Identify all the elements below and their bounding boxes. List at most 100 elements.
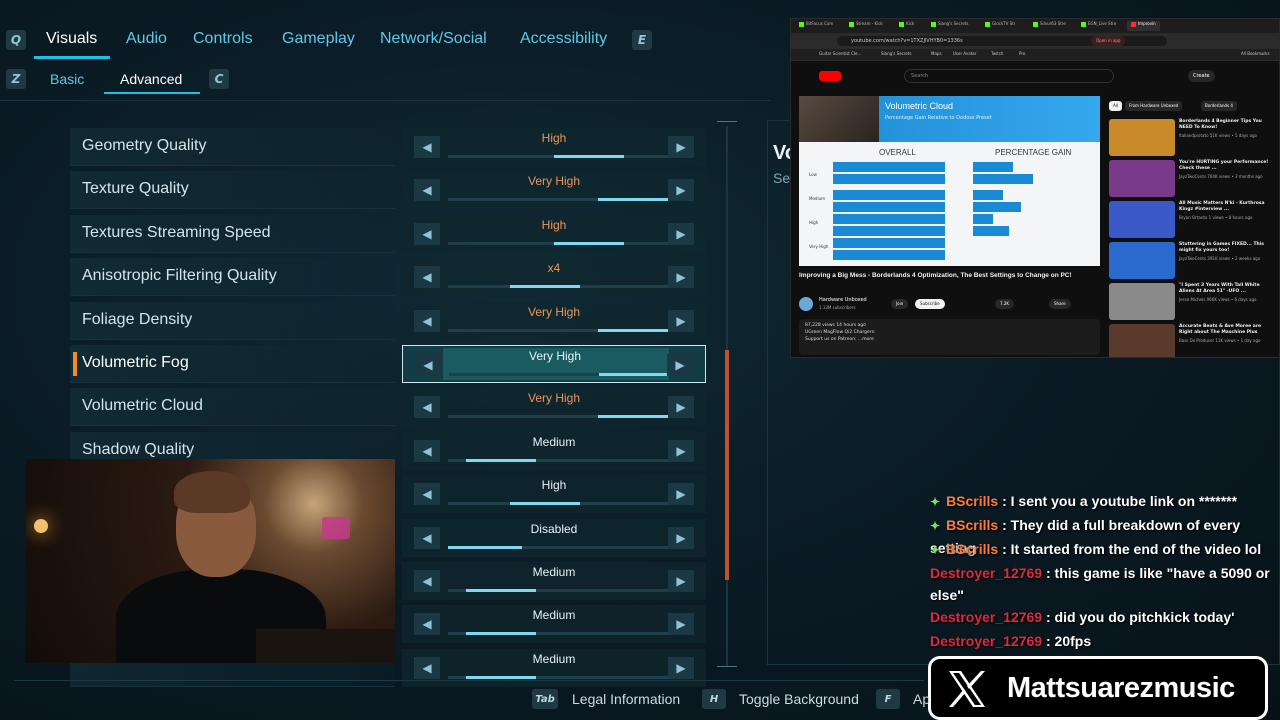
recommended-thumbnail[interactable]	[1109, 324, 1175, 357]
setting-selector[interactable]: ◀ Very High ▶	[402, 345, 706, 383]
setting-selector[interactable]: ◀ Very High ▶	[402, 302, 706, 340]
bookmark[interactable]: Maps	[931, 51, 942, 56]
recommended-video[interactable]: "I Spent 3 Years With Tall White Aliens …	[1109, 283, 1279, 321]
setting-row[interactable]: Geometry Quality ◀ High ▶	[70, 128, 710, 166]
arrow-left-icon[interactable]: ◀	[415, 354, 441, 376]
arrow-right-icon[interactable]: ▶	[668, 570, 694, 592]
chip-from-channel[interactable]: From Hardware Unboxed	[1125, 101, 1183, 111]
toggle-background-button[interactable]: Toggle Background	[739, 691, 859, 707]
recommended-title[interactable]: "I Spent 3 Years With Tall White Aliens …	[1179, 283, 1275, 295]
arrow-right-icon[interactable]: ▶	[667, 354, 693, 376]
recommended-title[interactable]: Borderlands 4 Beginner Tips You NEED To …	[1179, 119, 1275, 131]
browser-tab[interactable]: Slang's Secrets	[931, 21, 969, 31]
recommended-thumbnail[interactable]	[1109, 160, 1175, 197]
browser-tab[interactable]: EGN_Live Stre	[1081, 21, 1116, 31]
setting-row[interactable]: Volumetric Fog ◀ Very High ▶	[70, 345, 710, 383]
subtab-prev-key[interactable]: Z	[6, 69, 26, 89]
arrow-left-icon[interactable]: ◀	[414, 179, 440, 201]
setting-selector[interactable]: ◀ High ▶	[402, 128, 706, 166]
recommended-title[interactable]: All Music Matters N'ki - Kurthrosa Kingz…	[1179, 201, 1275, 213]
arrow-left-icon[interactable]: ◀	[414, 483, 440, 505]
recommended-thumbnail[interactable]	[1109, 201, 1175, 238]
create-button[interactable]: Create	[1188, 70, 1215, 82]
setting-selector[interactable]: ◀ Very High ▶	[402, 171, 706, 209]
video-description[interactable]: 87,228 views 14 hours ago UGreen MagFlow…	[799, 319, 1100, 355]
open-in-app-button[interactable]: Open in app	[1091, 36, 1126, 46]
arrow-right-icon[interactable]: ▶	[668, 396, 694, 418]
legal-key[interactable]: Tab	[532, 689, 558, 709]
subtab-next-key[interactable]: C	[209, 69, 229, 89]
recommended-video[interactable]: All Music Matters N'ki - Kurthrosa Kingz…	[1109, 201, 1279, 239]
legal-information-button[interactable]: Legal Information	[572, 691, 680, 707]
arrow-left-icon[interactable]: ◀	[414, 657, 440, 679]
video-player[interactable]: Volumetric Cloud Percentage Gain Relativ…	[799, 96, 1100, 266]
youtube-search-input[interactable]: Search	[904, 69, 1114, 83]
arrow-left-icon[interactable]: ◀	[414, 223, 440, 245]
arrow-left-icon[interactable]: ◀	[414, 396, 440, 418]
tab-controls[interactable]: Controls	[193, 30, 253, 48]
setting-selector[interactable]: ◀ High ▶	[402, 475, 706, 513]
channel-avatar[interactable]	[799, 297, 813, 311]
setting-selector[interactable]: ◀ Medium ▶	[402, 562, 706, 600]
chip-all[interactable]: All	[1109, 101, 1122, 111]
browser-tab-active[interactable]: Improvin	[1127, 21, 1160, 31]
recommended-thumbnail[interactable]	[1109, 119, 1175, 156]
recommended-video[interactable]: Stuttering in Games FIXED... This might …	[1109, 242, 1279, 280]
arrow-left-icon[interactable]: ◀	[414, 266, 440, 288]
recommended-title[interactable]: Stuttering in Games FIXED... This might …	[1179, 242, 1275, 254]
setting-row[interactable]: Volumetric Cloud ◀ Very High ▶	[70, 388, 710, 426]
setting-row[interactable]: Textures Streaming Speed ◀ High ▶	[70, 215, 710, 253]
arrow-right-icon[interactable]: ▶	[668, 657, 694, 679]
show-more-link[interactable]: ...more	[858, 337, 874, 342]
bookmark[interactable]: Pro	[1019, 51, 1025, 56]
like-button[interactable]: 7.2K	[995, 299, 1014, 309]
arrow-right-icon[interactable]: ▶	[668, 527, 694, 549]
browser-tab[interactable]: BitFocus Com	[799, 21, 833, 31]
arrow-right-icon[interactable]: ▶	[668, 310, 694, 332]
recommended-title[interactable]: Accurate Beats & Ave Moree are Right abo…	[1179, 324, 1275, 336]
tab-network-social[interactable]: Network/Social	[380, 30, 487, 48]
setting-row[interactable]: Foliage Density ◀ Very High ▶	[70, 302, 710, 340]
tab-next-key[interactable]: E	[632, 30, 652, 50]
toggle-background-key[interactable]: H	[702, 689, 726, 709]
setting-selector[interactable]: ◀ x4 ▶	[402, 258, 706, 296]
youtube-logo-icon[interactable]	[819, 71, 841, 81]
recommended-title[interactable]: You're HURTING your Performance! Check t…	[1179, 160, 1275, 172]
bookmark[interactable]: Twitch	[991, 51, 1003, 56]
bookmark[interactable]: All Bookmarks	[1241, 51, 1270, 56]
apply-button[interactable]: Ap	[913, 691, 930, 707]
recommended-video[interactable]: Borderlands 4 Beginner Tips You NEED To …	[1109, 119, 1279, 157]
browser-tab[interactable]: GlockTV Str	[985, 21, 1015, 31]
arrow-left-icon[interactable]: ◀	[414, 570, 440, 592]
arrow-left-icon[interactable]: ◀	[414, 136, 440, 158]
apply-key[interactable]: F	[876, 689, 900, 709]
arrow-right-icon[interactable]: ▶	[668, 483, 694, 505]
setting-selector[interactable]: ◀ Medium ▶	[402, 432, 706, 470]
tab-prev-key[interactable]: Q	[6, 30, 26, 50]
subtab-basic[interactable]: Basic	[50, 71, 84, 87]
subtab-advanced[interactable]: Advanced	[120, 71, 182, 87]
arrow-right-icon[interactable]: ▶	[668, 613, 694, 635]
share-button[interactable]: Share	[1049, 299, 1071, 309]
arrow-right-icon[interactable]: ▶	[668, 179, 694, 201]
arrow-right-icon[interactable]: ▶	[668, 440, 694, 462]
recommended-video[interactable]: Accurate Beats & Ave Moree are Right abo…	[1109, 324, 1279, 357]
browser-tab[interactable]: Kick	[899, 21, 914, 31]
bookmark[interactable]: User Avatar	[953, 51, 976, 56]
bookmark[interactable]: Slang's Secrets	[881, 51, 912, 56]
tab-accessibility[interactable]: Accessibility	[520, 30, 607, 48]
arrow-left-icon[interactable]: ◀	[414, 613, 440, 635]
setting-selector[interactable]: ◀ Medium ▶	[402, 605, 706, 643]
recommended-thumbnail[interactable]	[1109, 242, 1175, 279]
tab-visuals[interactable]: Visuals	[46, 30, 97, 48]
recommended-video[interactable]: You're HURTING your Performance! Check t…	[1109, 160, 1279, 198]
channel-name[interactable]: Hardware Unboxed	[819, 297, 867, 303]
bookmark[interactable]: Guitar Scientist Cle...	[819, 51, 861, 56]
arrow-left-icon[interactable]: ◀	[414, 310, 440, 332]
arrow-right-icon[interactable]: ▶	[668, 223, 694, 245]
setting-selector[interactable]: ◀ Medium ▶	[402, 649, 706, 687]
settings-scroll-thumb[interactable]	[725, 350, 729, 580]
subscribe-button[interactable]: Subscribe	[915, 299, 945, 309]
arrow-right-icon[interactable]: ▶	[668, 136, 694, 158]
setting-row[interactable]: Anisotropic Filtering Quality ◀ x4 ▶	[70, 258, 710, 296]
